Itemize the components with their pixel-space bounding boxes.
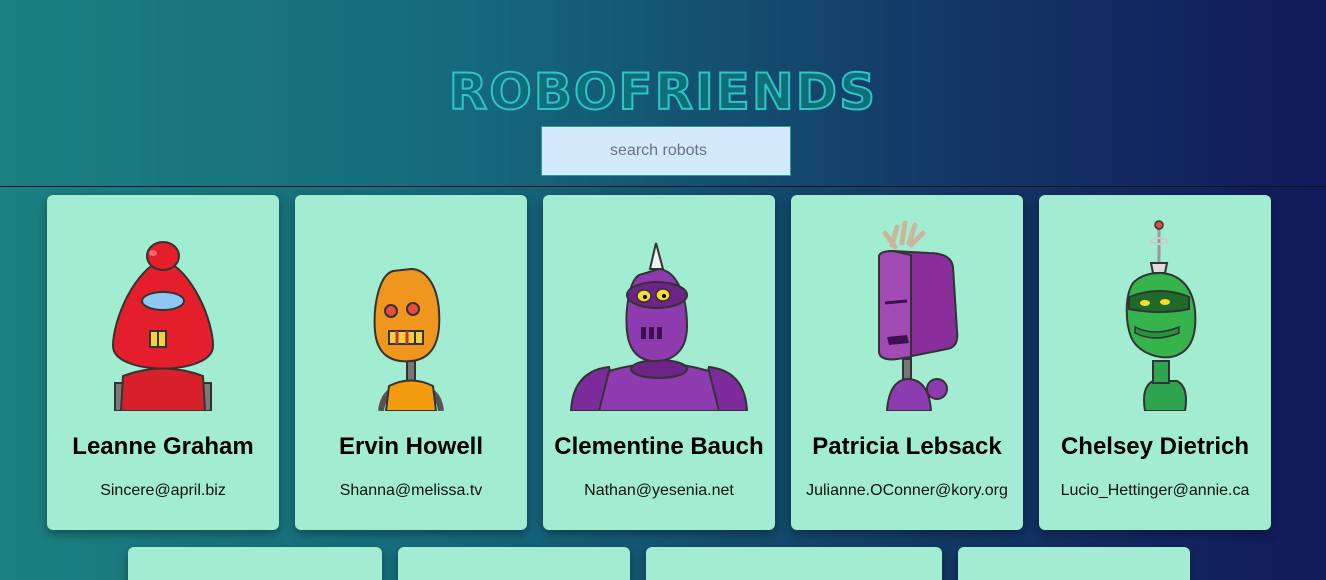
robot-card[interactable]: Patricia Lebsack Julianne.OConner@kory.o… — [791, 195, 1023, 530]
robot-avatar — [807, 211, 1007, 411]
robot-name: Clementine Bauch — [554, 433, 764, 460]
robot-name: Patricia Lebsack — [812, 433, 1002, 460]
robot-email: Nathan@yesenia.net — [584, 482, 734, 499]
robot-avatar — [311, 211, 511, 411]
robot-card[interactable] — [398, 547, 630, 580]
robot-email: Shanna@melissa.tv — [339, 482, 483, 499]
robot-name: Ervin Howell — [338, 433, 484, 460]
robot-card[interactable]: Chelsey Dietrich Lucio_Hettinger@annie.c… — [1039, 195, 1271, 530]
robot-email: Sincere@april.biz — [100, 482, 226, 499]
robot-card[interactable] — [128, 547, 382, 580]
robot-avatar — [63, 211, 263, 411]
robot-card[interactable]: Clementine Bauch Nathan@yesenia.net — [543, 195, 775, 530]
robot-avatar — [1055, 211, 1255, 411]
search-input[interactable] — [541, 126, 791, 176]
robot-avatar — [559, 211, 759, 411]
page-title: RoboFriends — [448, 62, 878, 122]
robot-name: Chelsey Dietrich — [1060, 433, 1250, 460]
robot-email: Julianne.OConner@kory.org — [806, 482, 1008, 499]
robot-card[interactable]: Leanne Graham Sincere@april.biz — [47, 195, 279, 530]
robot-email: Lucio_Hettinger@annie.ca — [1060, 482, 1250, 499]
divider — [0, 186, 1326, 187]
robot-card[interactable] — [646, 547, 942, 580]
robot-name: Leanne Graham — [72, 433, 254, 460]
robot-card[interactable]: Ervin Howell Shanna@melissa.tv — [295, 195, 527, 530]
robot-card[interactable] — [958, 547, 1190, 580]
